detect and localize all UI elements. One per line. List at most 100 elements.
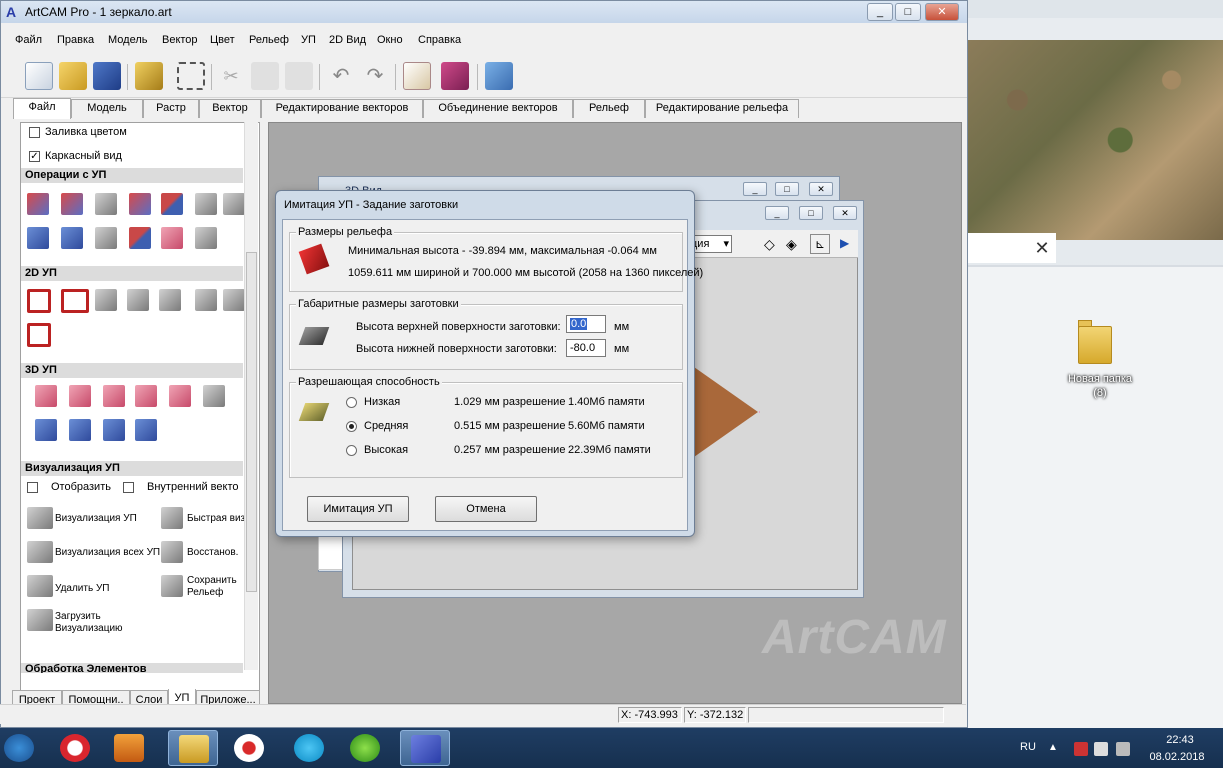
- search-icon[interactable]: [203, 385, 225, 407]
- section-3d-toolpaths[interactable]: 3D УП: [21, 363, 243, 378]
- 3d-toolpath-icon[interactable]: [169, 385, 191, 407]
- tab-relief[interactable]: Рельеф: [573, 99, 645, 118]
- open-folder-icon[interactable]: [59, 62, 87, 90]
- taskbar-artcam[interactable]: [400, 730, 450, 766]
- 3d-toolpath-icon[interactable]: [103, 419, 125, 441]
- profile-toolpath-icon[interactable]: [27, 289, 51, 313]
- flag-icon[interactable]: [1094, 742, 1108, 756]
- visualize-all-label[interactable]: Визуализация всех УП: [55, 547, 160, 558]
- toolpath-op-icon[interactable]: [129, 227, 151, 249]
- import-icon[interactable]: [135, 62, 163, 90]
- tab-raster[interactable]: Растр: [143, 99, 199, 118]
- feature-icon[interactable]: [223, 289, 245, 311]
- toolpath-op-icon[interactable]: [161, 193, 183, 215]
- menu-2d-view[interactable]: 2D Вид: [329, 34, 366, 46]
- toolpath-op-icon[interactable]: [61, 193, 83, 215]
- menu-vector[interactable]: Вектор: [162, 34, 198, 46]
- child2-minimize-button[interactable]: _: [765, 206, 789, 220]
- toolpath-op-icon[interactable]: [27, 193, 49, 215]
- restore-icon[interactable]: [161, 541, 183, 563]
- delete-toolpath-label[interactable]: Удалить УП: [55, 583, 110, 594]
- child2-close-button[interactable]: ✕: [833, 206, 857, 220]
- toolpath-op-icon[interactable]: [95, 193, 117, 215]
- taskbar-skype[interactable]: [284, 730, 334, 766]
- volume-icon[interactable]: [1116, 742, 1130, 756]
- visualize-all-icon[interactable]: [27, 541, 53, 563]
- tab-merge-vectors[interactable]: Объединение векторов: [423, 99, 573, 118]
- high-label[interactable]: Высокая: [364, 444, 408, 456]
- save-relief-label[interactable]: Сохранить Рельеф: [187, 575, 243, 599]
- area-clearance-icon[interactable]: [61, 289, 89, 313]
- fill-color-checkbox[interactable]: [29, 127, 40, 138]
- toolpath-visualization-icon[interactable]: [27, 507, 53, 529]
- taskbar-explorer[interactable]: [168, 730, 218, 766]
- radio-medium[interactable]: [346, 421, 357, 432]
- fast-visualization-label[interactable]: Быстрая виз: [187, 513, 245, 524]
- top-surface-input[interactable]: 0.0: [566, 315, 606, 333]
- close-button[interactable]: ✕: [925, 3, 959, 21]
- clock-time[interactable]: 22:43: [1150, 734, 1210, 746]
- taskbar-media-player[interactable]: [104, 730, 154, 766]
- book-icon[interactable]: [441, 62, 469, 90]
- child-close-button[interactable]: ✕: [809, 182, 833, 196]
- child-minimize-button[interactable]: _: [743, 182, 767, 196]
- load-visualization-label[interactable]: Загрузить Визуализацию: [55, 611, 135, 635]
- axes-icon[interactable]: ⊾: [810, 234, 830, 254]
- 3d-toolpath-icon[interactable]: [103, 385, 125, 407]
- load-visualization-icon[interactable]: [27, 609, 53, 631]
- radio-low[interactable]: [346, 397, 357, 408]
- toolpath-op-icon[interactable]: [195, 227, 217, 249]
- cancel-button[interactable]: Отмена: [435, 496, 537, 522]
- drilling-icon[interactable]: [95, 289, 117, 311]
- toolpath-op-icon[interactable]: [161, 227, 183, 249]
- paste-icon[interactable]: [285, 62, 313, 90]
- menu-color[interactable]: Цвет: [210, 34, 235, 46]
- bottom-surface-input[interactable]: -80.0: [566, 339, 606, 357]
- iso-view-icon[interactable]: ◇: [764, 236, 775, 253]
- menu-relief[interactable]: Рельеф: [249, 34, 289, 46]
- copy-icon[interactable]: [251, 62, 279, 90]
- menu-window[interactable]: Окно: [377, 34, 403, 46]
- cut-icon[interactable]: ✂: [217, 62, 245, 90]
- taskbar-app-green[interactable]: [340, 730, 390, 766]
- inner-vectors-checkbox[interactable]: [123, 482, 134, 493]
- toolpath-op-icon[interactable]: [223, 193, 245, 215]
- wireframe-checkbox[interactable]: ✓: [29, 151, 40, 162]
- settings-monitor-icon[interactable]: [485, 62, 513, 90]
- section-toolpath-operations[interactable]: Операции с УП: [21, 168, 243, 183]
- medium-label[interactable]: Средняя: [364, 420, 408, 432]
- redo-icon[interactable]: ↷: [361, 62, 389, 90]
- tray-expand-icon[interactable]: ▲: [1048, 742, 1062, 756]
- tab-vector[interactable]: Вектор: [199, 99, 261, 118]
- title-bar[interactable]: A ArtCAM Pro - 1 зеркало.art _ □ ✕: [1, 1, 967, 23]
- new-file-icon[interactable]: [25, 62, 53, 90]
- section-processing[interactable]: Обработка Элементов: [21, 663, 243, 673]
- save-relief-icon[interactable]: [161, 575, 183, 597]
- minimize-button[interactable]: _: [867, 3, 893, 21]
- notes-icon[interactable]: [403, 62, 431, 90]
- machine-toolpath-icon[interactable]: [195, 289, 217, 311]
- menu-toolpath[interactable]: УП: [301, 34, 316, 46]
- tab-edit-vectors[interactable]: Редактирование векторов: [261, 99, 423, 118]
- section-2d-toolpaths[interactable]: 2D УП: [21, 266, 243, 281]
- inlay-icon[interactable]: [27, 323, 51, 347]
- taskbar-yandex[interactable]: [224, 730, 274, 766]
- toolpath-op-icon[interactable]: [129, 193, 151, 215]
- delete-toolpath-icon[interactable]: [27, 575, 53, 597]
- save-icon[interactable]: [93, 62, 121, 90]
- desktop-window-close-icon[interactable]: ✕: [1030, 238, 1054, 258]
- language-indicator[interactable]: RU: [1020, 741, 1036, 753]
- tab-file[interactable]: Файл: [13, 98, 71, 119]
- menu-help[interactable]: Справка: [418, 34, 461, 46]
- section-toolpath-visualization[interactable]: Визуализация УП: [21, 461, 243, 476]
- menu-file[interactable]: Файл: [15, 34, 42, 46]
- vbit-carving-icon[interactable]: [127, 289, 149, 311]
- toolpath-op-icon[interactable]: [27, 227, 49, 249]
- taskbar-opera[interactable]: [50, 730, 100, 766]
- engraving-icon[interactable]: [159, 289, 181, 311]
- 3d-toolpath-icon[interactable]: [35, 419, 57, 441]
- child-maximize-button[interactable]: □: [775, 182, 799, 196]
- select-rect-icon[interactable]: [177, 62, 205, 90]
- 3d-toolpath-icon[interactable]: [69, 385, 91, 407]
- tab-edit-relief[interactable]: Редактирование рельефа: [645, 99, 799, 118]
